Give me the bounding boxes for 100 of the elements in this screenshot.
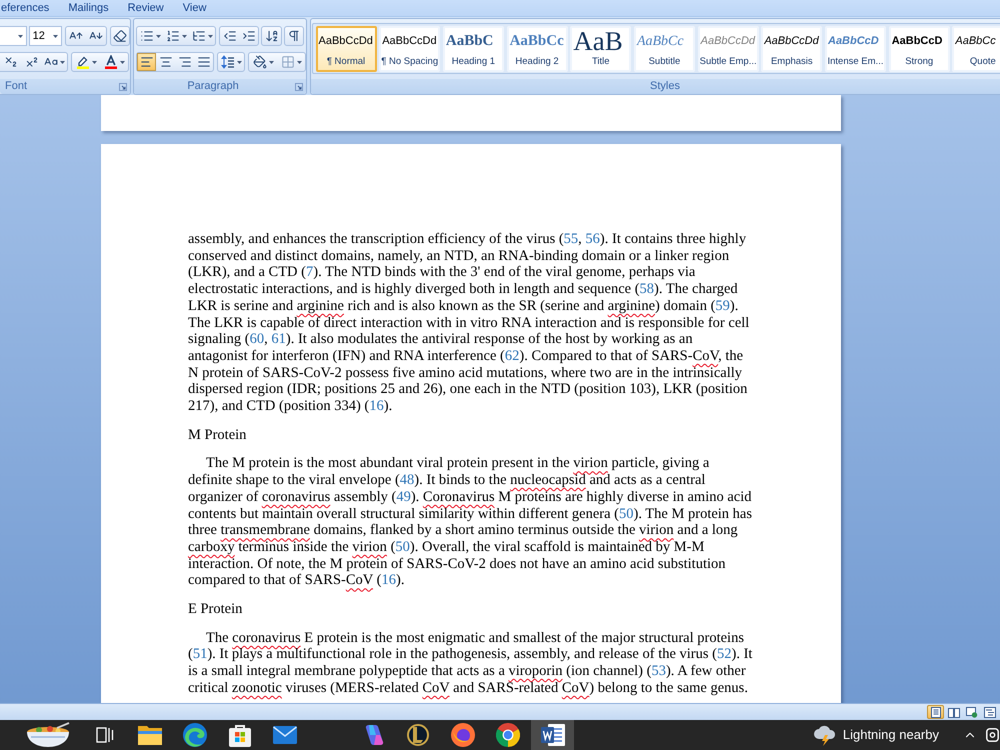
view-button[interactable] <box>945 705 962 719</box>
dropdown-field[interactable] <box>0 26 27 46</box>
indent-icon <box>242 29 256 43</box>
font-size-field[interactable]: 12 <box>28 26 62 46</box>
style-name: Title <box>592 54 610 68</box>
ribbon-tab[interactable]: Mailings <box>67 0 110 16</box>
subscript-icon <box>4 55 18 69</box>
style-name: ¶ No Spacing <box>381 54 438 68</box>
citation-link[interactable]: 58 <box>640 281 654 298</box>
style-name: Subtle Emp... <box>700 54 757 68</box>
outline-list-icon <box>984 706 996 718</box>
group-label: Paragraph <box>186 79 240 94</box>
style-preview: AaBbCcD <box>892 34 942 49</box>
style-preview: AaB <box>573 28 623 54</box>
citation-link[interactable]: 48 <box>400 472 414 488</box>
view-button[interactable] <box>963 705 980 719</box>
style-name: ¶ Normal <box>326 54 366 68</box>
letter-a-bar-icon <box>104 55 118 69</box>
ring-logo-icon <box>496 723 520 747</box>
tray-app-icon <box>986 728 998 742</box>
citation-link[interactable]: 50 <box>618 506 634 522</box>
citation-link[interactable]: 61 <box>271 331 286 348</box>
citation-link[interactable]: 53 <box>651 663 666 680</box>
taskbar-button[interactable] <box>531 720 574 750</box>
caret-icon <box>208 34 212 38</box>
citation-link[interactable]: 7 <box>306 264 314 280</box>
style-tile[interactable]: AaBbCcD Intense Em... <box>825 26 886 72</box>
body-paragraph: The coronavirus E protein is the most enigmatic and smallest of the major structural proteins (51). It plays a multifunctional role in the pathogenesis, assembly, and release of the virus (52). It is a small integral membrane polypeptide that acts as a viroporin (ion channel) (53). A few other critical zoonotic viruses (MERS-related CoV and SARS-related CoV) belong to the same genus. <box>188 630 754 697</box>
align-justify-icon <box>196 55 210 69</box>
style-preview: AaBbC <box>446 32 494 51</box>
tree-list-icon <box>192 29 206 43</box>
dialog-launcher-button[interactable] <box>294 82 304 92</box>
citation-link[interactable]: 49 <box>396 488 411 505</box>
caret-icon <box>120 60 125 64</box>
line-spacing-icon <box>220 55 234 69</box>
caret-icon <box>236 60 242 64</box>
style-tile[interactable]: AaBbCcDd ¶ No Spacing <box>379 26 440 72</box>
style-preview: AaBbCc <box>955 34 996 49</box>
ribbon-tab[interactable]: Review <box>126 0 165 16</box>
align-center-icon <box>158 55 172 69</box>
open-book-icon <box>948 706 960 718</box>
caret-icon <box>156 34 160 38</box>
weather-button[interactable]: Lightning nearby <box>810 720 941 750</box>
style-name: Heading 1 <box>452 54 496 68</box>
view-button[interactable] <box>927 705 944 719</box>
style-name: Heading 2 <box>515 54 559 68</box>
folder-icon <box>138 725 162 745</box>
swirl-logo-icon <box>182 723 206 747</box>
body-paragraph: assembly, and enhances the transcription efficiency of the virus (55, 56). It contains three highly conserved and distinct domains, namely, an NTD, an RNA-binding domain or a linker region (LKR), and a CTD (7). The NTD binds with the 3' end of the viral genome, perhaps via electrostatic interactions, and is highly diverged both in length and sequence (58). The charged LKR is serine and arginine rich and is also known as the SR (serine and arginine) domain (59). The LKR is capable of direct interaction with in vitro RNA interaction and is responsible for cell signaling (60, 61). It also modulates the antiviral response of the host by working as an antagonist for interferon (IFN) and RNA interference (62). Compared to that of SARS-CoV, the N protein of SARS-CoV-2 possess five amino acid mutations, where two are in the intrinsically dispersed region (IDR; positions 25 and 26), one each in the NTD (position 103), LKR (position 217), and CTD (position 334) (16). <box>188 231 750 415</box>
style-preview: AaBbCc <box>510 32 564 51</box>
style-preview: AaBbCcDd <box>764 34 819 49</box>
style-tile[interactable]: AaBbCc Quote <box>952 26 1000 72</box>
style-tile[interactable]: AaBbCcDd Subtle Emp... <box>698 26 759 72</box>
caret-icon <box>268 60 274 64</box>
view-button[interactable] <box>981 705 998 719</box>
caret-icon <box>182 34 186 38</box>
citation-link[interactable]: 51 <box>192 646 208 662</box>
cloud-lightning-icon <box>812 724 837 746</box>
style-name: Strong <box>905 54 934 68</box>
caret-icon <box>92 60 97 64</box>
shopping-bag-icon <box>228 723 250 747</box>
align-right-icon <box>178 55 192 69</box>
sort-az-icon <box>264 29 278 43</box>
group-label: Styles <box>649 79 681 94</box>
style-name: Intense Em... <box>828 54 884 68</box>
align-button[interactable] <box>137 53 156 71</box>
style-tile[interactable]: AaBbCc Heading 2 <box>506 26 568 72</box>
style-tile[interactable]: AaBbCc Subtitle <box>634 26 695 72</box>
style-tile[interactable]: AaBbCcDd Emphasis <box>761 26 822 72</box>
citation-link[interactable]: 55 <box>564 231 578 247</box>
page-icon <box>930 706 942 718</box>
style-tile[interactable]: AaBbC Heading 1 <box>442 26 504 72</box>
superscript-icon <box>24 55 38 69</box>
citation-link[interactable]: 52 <box>716 646 732 662</box>
caret-icon <box>296 60 302 64</box>
caret-icon <box>60 60 65 64</box>
ribbon-tab[interactable]: View <box>182 0 208 16</box>
style-preview: AaBbCcDd <box>382 34 437 49</box>
style-tile[interactable]: AaB Title <box>570 26 632 72</box>
citation-link[interactable]: 62 <box>504 348 520 364</box>
style-tile[interactable]: AaBbCcD Strong <box>888 26 950 72</box>
citation-link[interactable]: 60 <box>250 331 264 348</box>
section-heading: M Protein <box>188 426 248 444</box>
citation-link[interactable]: 56 <box>585 231 600 247</box>
dialog-launcher-button[interactable] <box>118 82 128 92</box>
globe-page-icon <box>966 706 978 718</box>
paint-bucket-icon <box>252 55 266 69</box>
launcher-icon <box>295 82 303 90</box>
style-tile[interactable]: AaBbCcDd ¶ Normal <box>316 26 376 72</box>
flame-globe-icon <box>450 723 474 747</box>
highlighter-icon <box>76 55 90 69</box>
citation-link[interactable]: 16 <box>369 398 384 414</box>
style-name: Quote <box>970 54 996 68</box>
citation-link[interactable]: 16 <box>381 572 396 588</box>
citation-link[interactable]: 50 <box>395 538 410 555</box>
envelope-icon <box>272 726 296 744</box>
citation-link[interactable]: 59 <box>715 298 730 314</box>
style-name: Subtitle <box>648 54 680 68</box>
body-paragraph: The M protein is the most abundant viral protein present in the virion particle, giving a definite shape to the viral envelope (48). It binds to the nucleocapsid and acts as a central organizer of coronavirus assembly (49). Coronavirus M proteins are highly diverse in amino acid contents but maintain overall structural similarity within different genera (50). The M protein has three transmembrane domains, flanked by a short amino terminus outside the virion and a long carboxy terminus inside the virion (50). Overall, the viral scaffold is maintained by M-M interaction. Of note, the M protein of SARS-CoV-2 does not have an amino acid substitution compared to that of SARS-CoV (16). <box>188 455 754 590</box>
ribbon-tab[interactable]: eferences <box>0 0 50 16</box>
